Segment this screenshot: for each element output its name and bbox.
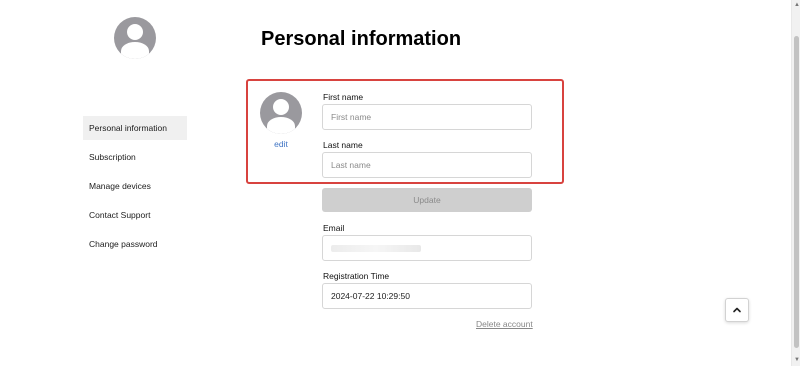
- sidebar-item-manage-devices[interactable]: Manage devices: [83, 174, 187, 198]
- edit-avatar-link[interactable]: edit: [268, 139, 294, 149]
- sidebar-item-contact-support[interactable]: Contact Support: [83, 203, 187, 227]
- page-scrollbar[interactable]: ▲ ▼: [791, 0, 800, 366]
- sidebar-avatar-icon: [114, 17, 156, 59]
- registration-time-label: Registration Time: [323, 271, 390, 281]
- page-title: Personal information: [261, 28, 462, 50]
- profile-avatar-icon[interactable]: [260, 92, 302, 134]
- email-redacted-value: [331, 245, 421, 252]
- first-name-input[interactable]: [322, 104, 532, 130]
- last-name-label: Last name: [323, 140, 363, 150]
- email-label: Email: [323, 223, 345, 233]
- chevron-up-icon: [733, 307, 741, 313]
- last-name-input[interactable]: [322, 152, 532, 178]
- update-button[interactable]: Update: [322, 188, 532, 212]
- back-to-top-button[interactable]: [725, 298, 749, 322]
- scroll-up-icon[interactable]: ▲: [794, 2, 800, 8]
- sidebar-item-subscription[interactable]: Subscription: [83, 145, 187, 169]
- scroll-down-icon[interactable]: ▼: [794, 357, 800, 363]
- email-field: [322, 235, 532, 261]
- delete-account-link[interactable]: Delete account: [476, 319, 533, 329]
- registration-time-field: 2024-07-22 10:29:50: [322, 283, 532, 309]
- scrollbar-thumb[interactable]: [794, 36, 799, 348]
- sidebar-item-change-password[interactable]: Change password: [83, 232, 187, 256]
- sidebar-item-personal-information[interactable]: Personal information: [83, 116, 187, 140]
- sidebar-nav: Personal information Subscription Manage…: [83, 116, 187, 261]
- first-name-label: First name: [323, 92, 364, 102]
